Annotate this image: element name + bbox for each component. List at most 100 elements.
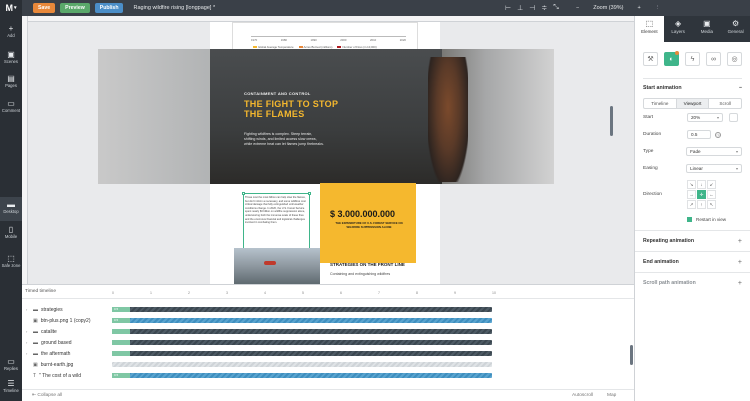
animation-segment[interactable]: 0.5 — [112, 307, 130, 312]
direction-left-icon[interactable]: → — [687, 189, 696, 199]
segment-timeline[interactable]: Timeline — [644, 99, 676, 108]
timeline-bar[interactable]: 0.5 — [112, 307, 492, 312]
repeating-animation-row[interactable]: Repeating animation + — [635, 230, 750, 251]
zoom-control[interactable]: − Zoom (39%) + ⋮ — [576, 0, 660, 16]
animation-segment[interactable]: 0.5 — [112, 318, 130, 323]
chevron-right-icon[interactable]: › — [26, 307, 30, 312]
animation-segment[interactable] — [112, 340, 130, 345]
chevron-right-icon[interactable]: › — [26, 351, 30, 356]
app-menu-button[interactable]: M ▾ — [0, 0, 22, 16]
resize-handle[interactable] — [308, 192, 311, 195]
sidebar-item-desktop[interactable]: ▬ Desktop — [0, 197, 22, 221]
tab-media[interactable]: ▣ Media — [693, 16, 722, 42]
timeline-bar[interactable]: 0.5 — [112, 318, 492, 323]
timeline-row[interactable]: ▣ btn-plus.png 1 (copy2) 0.5 — [22, 315, 634, 326]
sidebar-item-comment[interactable]: ▭ Comment — [0, 99, 22, 113]
zoom-in-icon[interactable]: + — [637, 5, 640, 11]
timeline-bar[interactable] — [112, 329, 492, 334]
timeline-bar[interactable] — [112, 362, 492, 367]
end-animation-row[interactable]: End animation + — [635, 251, 750, 272]
animation-segment[interactable] — [112, 329, 130, 334]
animation-segment[interactable] — [112, 351, 130, 356]
timeline-row[interactable]: › ▬ strategies 0.5 — [22, 304, 634, 315]
plus-icon[interactable]: + — [738, 280, 742, 287]
segment-viewport[interactable]: Viewport — [675, 99, 710, 108]
direction-top-left-icon[interactable]: ↘ — [687, 179, 696, 189]
align-right-icon[interactable]: ⊣ — [529, 4, 535, 12]
timeline-bar[interactable] — [112, 340, 492, 345]
sidebar-item-replies[interactable]: ▭ Replies — [0, 357, 22, 371]
selection-box[interactable] — [242, 192, 311, 253]
direction-right-icon[interactable]: ← — [707, 189, 716, 199]
segment-scroll[interactable]: Scroll — [709, 99, 741, 108]
timeline-ruler[interactable]: 0 1 2 3 4 5 6 7 8 9 10 — [112, 285, 496, 299]
direction-bottom-left-icon[interactable]: ↗ — [687, 199, 696, 209]
sidebar-item-scenes[interactable]: ▣ Scenes — [0, 50, 22, 64]
save-button[interactable]: Save — [33, 3, 56, 13]
design-canvas[interactable]: 1970 1980 1990 2000 2010 2020 Global Ave… — [22, 16, 634, 284]
stat-caption[interactable]: THE EXPENDITURE OF U.S. FOREST SERVICE O… — [334, 221, 404, 229]
map-toggle[interactable]: Map — [607, 393, 616, 398]
sidebar-item-mobile[interactable]: ▯ Mobile — [0, 225, 22, 239]
tab-element[interactable]: ⬚ Element — [635, 16, 664, 42]
timeline-row[interactable]: ▣ burnt-earth.jpg — [22, 359, 634, 370]
sidebar-item-timeline[interactable]: ☰ Timeline — [0, 379, 22, 393]
timeline-scrollbar[interactable] — [630, 345, 633, 365]
timeline-row[interactable]: › ▬ the aftermath — [22, 348, 634, 359]
hero-title[interactable]: THE FIGHT TO STOP THE FLAMES — [244, 99, 344, 119]
publish-button[interactable]: Publish — [94, 3, 124, 13]
align-center-icon[interactable]: ⊥ — [517, 4, 523, 12]
glasses-icon[interactable]: ◎ — [727, 52, 742, 66]
front-line-title[interactable]: STRATEGIES ON THE FRONT LINE — [330, 262, 405, 267]
document-title[interactable]: Raging wildfire rising [longpage] * — [133, 5, 215, 11]
plus-icon[interactable]: + — [738, 259, 742, 266]
duration-input[interactable]: 0.5 — [687, 130, 711, 139]
hero-kicker[interactable]: CONTAINMENT AND CONTROL — [244, 91, 311, 96]
animation-toggle-icon[interactable]: ◐ — [664, 51, 679, 66]
chevron-right-icon[interactable]: › — [26, 329, 30, 334]
restart-in-view-checkbox[interactable]: Restart in view — [687, 217, 742, 222]
autoscroll-toggle[interactable]: Autoscroll — [572, 393, 593, 398]
tab-general[interactable]: ⚙ General — [721, 16, 750, 42]
direction-bottom-icon[interactable]: ↑ — [697, 199, 706, 209]
interaction-icon[interactable]: ϟ — [685, 52, 700, 66]
start-picker-button[interactable] — [729, 113, 738, 122]
stat-number[interactable]: $ 3.000.000.000 — [330, 209, 395, 219]
tab-layers[interactable]: ◈ Layers — [664, 16, 693, 42]
collapse-all-button[interactable]: ⇤ Collapse all — [32, 393, 62, 398]
timeline-row[interactable]: T " The cost of a wild 0.5 — [22, 370, 634, 381]
clock-icon[interactable]: ◷ — [715, 131, 721, 138]
direction-top-right-icon[interactable]: ↙ — [707, 179, 716, 189]
plus-icon[interactable]: + — [738, 238, 742, 245]
direction-top-icon[interactable]: ↓ — [697, 179, 706, 189]
align-left-icon[interactable]: ⊢ — [505, 4, 511, 12]
link-icon[interactable]: ∞ — [706, 52, 721, 66]
canvas-scrollbar[interactable] — [610, 106, 613, 136]
resize-handle[interactable] — [242, 192, 245, 195]
resize-icon[interactable]: ⤡ — [553, 4, 559, 12]
hero-body[interactable]: Fighting wildfires is complex. Steep ter… — [244, 132, 324, 148]
scroll-path-animation-row[interactable]: Scroll path animation + — [635, 272, 750, 293]
easing-select[interactable]: Linear ▾ — [686, 164, 742, 173]
more-icon[interactable]: ⋮ — [655, 5, 661, 11]
sidebar-item-add[interactable]: + Add — [0, 24, 22, 38]
timeline-row[interactable]: › ▬ catalite — [22, 326, 634, 337]
preview-button[interactable]: Preview — [60, 3, 90, 13]
collapse-icon[interactable]: − — [739, 85, 742, 91]
sidebar-item-safe-zone[interactable]: ⬚ Safe zone — [0, 254, 22, 268]
timeline-bar[interactable]: 0.5 — [112, 373, 492, 378]
zoom-out-icon[interactable]: − — [576, 5, 579, 11]
direction-bottom-right-icon[interactable]: ↖ — [707, 199, 716, 209]
animation-segment[interactable]: 0.5 — [112, 373, 130, 378]
distribute-icon[interactable]: ≑ — [541, 4, 547, 12]
timeline-row[interactable]: › ▬ ground based — [22, 337, 634, 348]
start-animation-header[interactable]: Start animation − — [643, 78, 742, 96]
type-select[interactable]: Fade ▾ — [686, 147, 742, 156]
timeline-title[interactable]: Timed timeline — [22, 289, 112, 294]
direction-center-icon[interactable]: ✛ — [697, 189, 706, 199]
front-line-body[interactable]: Containing and extinguishing wildfires — [330, 272, 390, 276]
sidebar-item-pages[interactable]: ▤ Pages — [0, 74, 22, 88]
chevron-right-icon[interactable]: › — [26, 340, 30, 345]
helicopter-photo[interactable] — [234, 248, 320, 284]
timeline-bar[interactable] — [112, 351, 492, 356]
